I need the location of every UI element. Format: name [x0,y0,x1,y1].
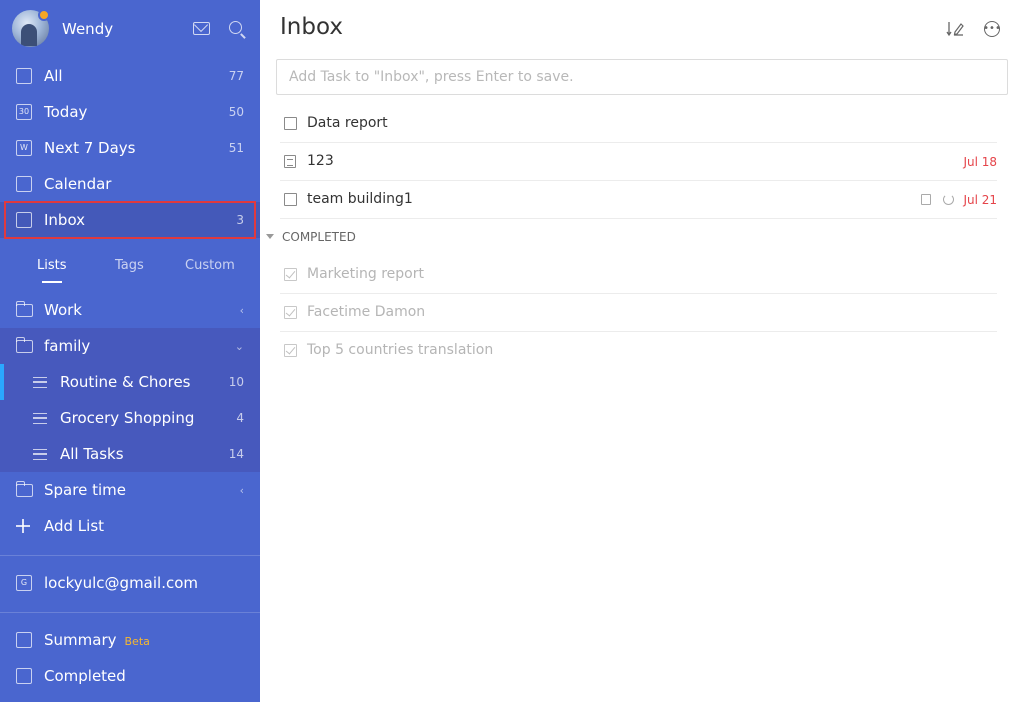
plus-icon [16,519,30,533]
selection-highlight [4,201,256,239]
list-tabs: Lists Tags Custom [0,250,260,286]
sidebar-item-completed[interactable]: Completed [0,658,260,694]
task-checkbox[interactable] [284,117,297,130]
item-count: 50 [228,105,244,119]
checked-checkbox[interactable] [284,344,297,357]
task-title[interactable]: team building1 [307,191,413,207]
add-task-input[interactable] [276,59,1008,95]
sidebar-item-grocery-shopping[interactable]: Grocery Shopping 4 [0,400,260,436]
completed-header-label: COMPLETED [282,230,356,244]
tab-lists[interactable]: Lists [37,258,67,273]
profile-header: Wendy [0,0,260,58]
sidebar-item-all[interactable]: All 77 [0,58,260,94]
mail-icon[interactable] [193,22,210,35]
completed-task-row[interactable]: Top 5 countries translation [280,332,997,370]
summary-icon [16,632,32,648]
sidebar-divider [0,555,260,556]
search-icon[interactable] [229,21,242,34]
checked-checkbox[interactable] [284,306,297,319]
completed-task-row[interactable]: Facetime Damon [280,294,997,332]
sidebar-item-label: Spare time [44,481,126,499]
sidebar-divider [0,612,260,613]
next-7-days-icon: W [16,140,32,156]
repeat-icon [943,194,954,205]
sidebar-item-label: All [44,67,63,85]
item-count: 77 [228,69,244,83]
task-checkbox[interactable] [284,193,297,206]
add-list-button[interactable]: Add List [0,508,260,544]
sidebar-item-account[interactable]: G lockyulc@gmail.com [0,565,260,601]
sidebar-item-label: Work [44,301,82,319]
due-date: Jul 18 [963,155,997,169]
sidebar-item-label: Today [44,103,88,121]
active-indicator [0,364,4,400]
beta-badge: Beta [124,635,150,648]
completed-task-row[interactable]: Marketing report [280,256,997,294]
sidebar-item-label: family [44,337,91,355]
more-options-icon[interactable]: ••• [983,21,1001,37]
sidebar-item-label: All Tasks [60,445,124,463]
sidebar-item-next-7-days[interactable]: W Next 7 Days 51 [0,130,260,166]
completed-section-toggle[interactable]: COMPLETED [266,230,356,244]
calendar-icon [16,176,32,192]
item-count: 4 [236,411,244,425]
sidebar-item-label: Calendar [44,175,112,193]
sidebar-item-spare-time[interactable]: Spare time ‹ [0,472,260,508]
folder-icon [15,300,33,317]
note-icon [921,194,931,205]
task-row[interactable]: team building1 Jul 21 [280,181,997,219]
sort-icon[interactable] [946,20,964,38]
folder-open-icon [15,336,33,353]
checked-checkbox[interactable] [284,268,297,281]
tab-tags[interactable]: Tags [115,258,144,273]
caret-down-icon [266,234,274,239]
summary-label: Summary [44,631,117,649]
add-list-label: Add List [44,517,105,535]
sidebar-item-all-tasks[interactable]: All Tasks 14 [0,436,260,472]
task-title[interactable]: 123 [307,153,334,169]
task-row[interactable]: 123 Jul 18 [280,143,997,181]
sidebar-item-label: Completed [44,667,126,685]
item-count: 10 [228,375,244,389]
task-title[interactable]: Marketing report [307,266,424,282]
sidebar-item-label: lockyulc@gmail.com [44,574,199,592]
tab-custom[interactable]: Custom [185,258,235,273]
google-account-icon: G [16,575,32,591]
all-icon [16,68,32,84]
sidebar-item-today[interactable]: 30 Today 50 [0,94,260,130]
item-count: 14 [228,447,244,461]
notification-badge [38,9,50,21]
completed-check-icon [16,668,32,684]
sidebar-item-calendar[interactable]: Calendar [0,166,260,202]
sidebar-item-label: Next 7 Days [44,139,136,157]
sidebar-item-summary[interactable]: Summary Beta [0,622,260,658]
task-title[interactable]: Top 5 countries translation [307,342,493,358]
list-icon [33,412,47,424]
due-date: Jul 21 [963,193,997,207]
chevron-down-icon[interactable]: ⌄ [235,340,244,353]
list-icon [33,376,47,388]
sidebar-item-family[interactable]: family ⌄ [0,328,260,364]
sidebar-item-label: Routine & Chores [60,373,191,391]
page-title: Inbox [280,14,343,40]
sidebar: Wendy All 77 30 Today 50 W Next 7 Days 5… [0,0,260,702]
task-title[interactable]: Data report [307,115,388,131]
note-checkbox-icon[interactable] [284,155,296,168]
today-icon: 30 [16,104,32,120]
task-title[interactable]: Facetime Damon [307,304,425,320]
main-panel: Inbox ••• Data report 123 Jul 18 team bu… [260,0,1026,702]
folder-icon [15,480,33,497]
active-tab-indicator [42,281,62,283]
sidebar-item-work[interactable]: Work ‹ [0,292,260,328]
sidebar-item-label: Grocery Shopping [60,409,195,427]
chevron-left-icon[interactable]: ‹ [240,304,244,317]
item-count: 51 [228,141,244,155]
all-tasks-icon [33,448,47,460]
sidebar-item-routine-chores[interactable]: Routine & Chores 10 [0,364,260,400]
username[interactable]: Wendy [62,20,113,38]
chevron-left-icon[interactable]: ‹ [240,484,244,497]
sidebar-item-label-wrap: Summary Beta [44,631,150,649]
task-row[interactable]: Data report [280,105,997,143]
